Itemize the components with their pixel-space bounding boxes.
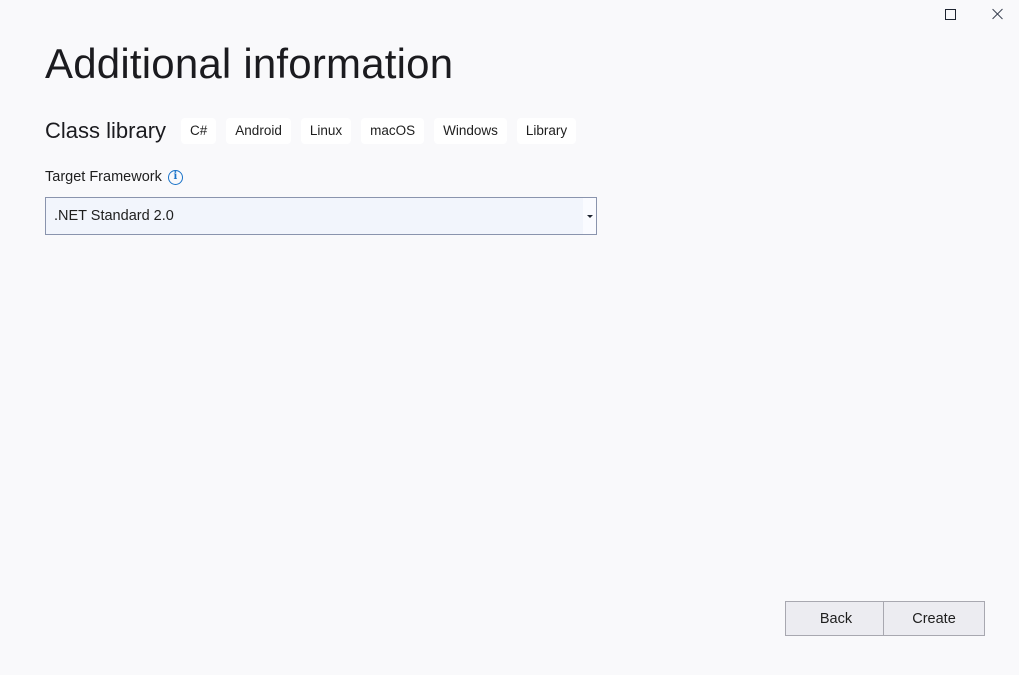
project-template-name: Class library [45, 118, 167, 143]
target-framework-value: .NET Standard 2.0 [54, 208, 174, 224]
tag-platform-windows: Windows [434, 118, 507, 144]
target-framework-label: Target Framework [45, 169, 162, 185]
info-icon[interactable]: i [167, 169, 183, 185]
tag-platform-macos: macOS [361, 118, 425, 144]
target-framework-dropdown[interactable]: .NET Standard 2.0 [45, 197, 597, 235]
tag-language: C# [181, 118, 217, 144]
tag-project-type: Library [516, 118, 577, 144]
maximize-icon [944, 8, 956, 20]
create-button[interactable]: Create [883, 601, 985, 636]
chevron-down-icon[interactable] [583, 198, 596, 234]
close-button[interactable] [975, 0, 1019, 28]
tag-platform-linux: Linux [300, 118, 352, 144]
project-summary: Class library C# Android Linux macOS Win… [45, 118, 586, 144]
close-icon [992, 8, 1004, 20]
target-framework-label-row: Target Framework i [45, 169, 183, 185]
page-title: Additional information [45, 40, 454, 87]
tag-platform-android: Android [226, 118, 291, 144]
back-button[interactable]: Back [785, 601, 887, 636]
maximize-button[interactable] [927, 0, 973, 28]
